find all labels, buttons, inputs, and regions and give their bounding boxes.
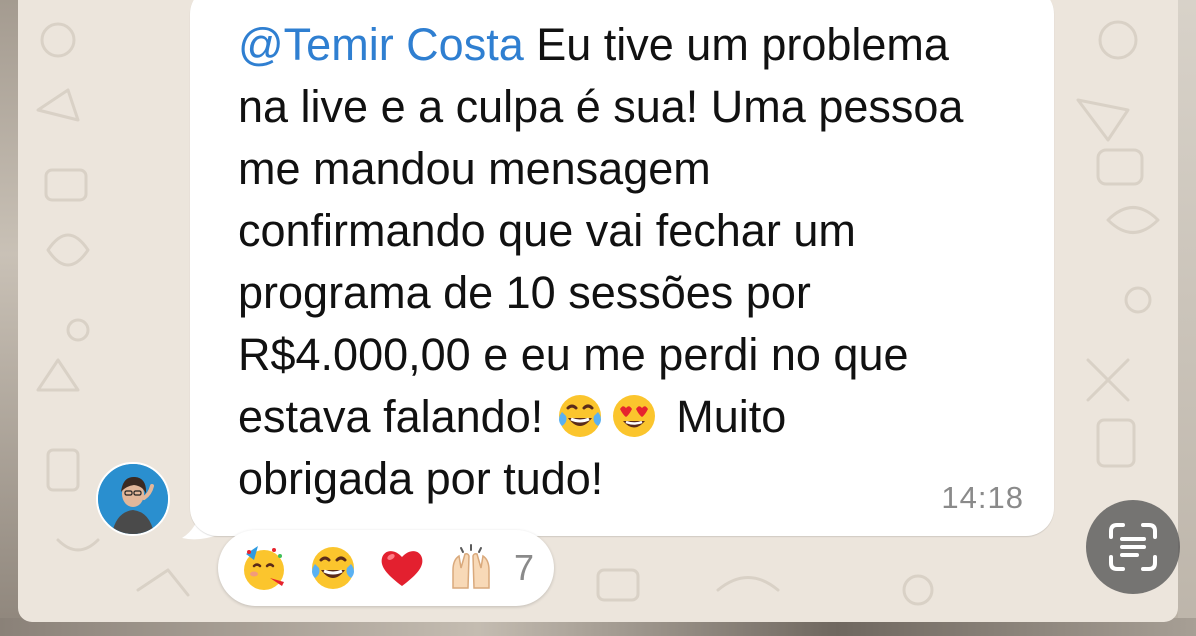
live-text-button[interactable] — [1086, 500, 1180, 594]
chat-area[interactable]: @Temir Costa Eu tive um problema na live … — [18, 0, 1178, 622]
message-row: @Temir Costa Eu tive um problema na live … — [18, 0, 1178, 622]
message-line-7: estava falando! — [238, 391, 544, 442]
sender-avatar[interactable] — [96, 462, 170, 536]
background-photo-right — [1178, 0, 1196, 636]
avatar-photo-icon — [98, 464, 168, 534]
heart-eyes-emoji-icon — [612, 395, 655, 437]
red-heart-emoji-icon — [381, 551, 423, 586]
mention-link[interactable]: @Temir Costa — [238, 19, 524, 70]
message-line-6: R$4.000,00 e eu me perdi no que — [238, 329, 909, 380]
tears-of-joy-emoji-icon — [558, 395, 601, 437]
reactions-pill[interactable]: 7 — [218, 530, 554, 606]
message-line-3: me mandou mensagem — [238, 143, 711, 194]
message-line-1: Eu tive um problema — [523, 19, 949, 70]
tears-of-joy-emoji-icon — [312, 547, 354, 589]
message-line-4: confirmando que vai fechar um — [238, 205, 856, 256]
message-line-5: programa de 10 sessões por — [238, 267, 811, 318]
message-line-9: obrigada por tudo! — [238, 453, 604, 504]
message-timestamp: 14:18 — [941, 480, 1024, 515]
partying-face-emoji-icon — [244, 546, 284, 590]
live-text-scan-icon — [1109, 523, 1157, 571]
message-line-2: na live e a culpa é sua! Uma pessoa — [238, 81, 964, 132]
message-bubble[interactable]: @Temir Costa Eu tive um problema na live … — [190, 0, 1054, 536]
message-line-8: Muito — [676, 391, 787, 442]
raising-hands-emoji-icon — [452, 544, 490, 589]
message-text: @Temir Costa Eu tive um problema na live … — [238, 14, 1038, 510]
reaction-count: 7 — [514, 547, 535, 588]
